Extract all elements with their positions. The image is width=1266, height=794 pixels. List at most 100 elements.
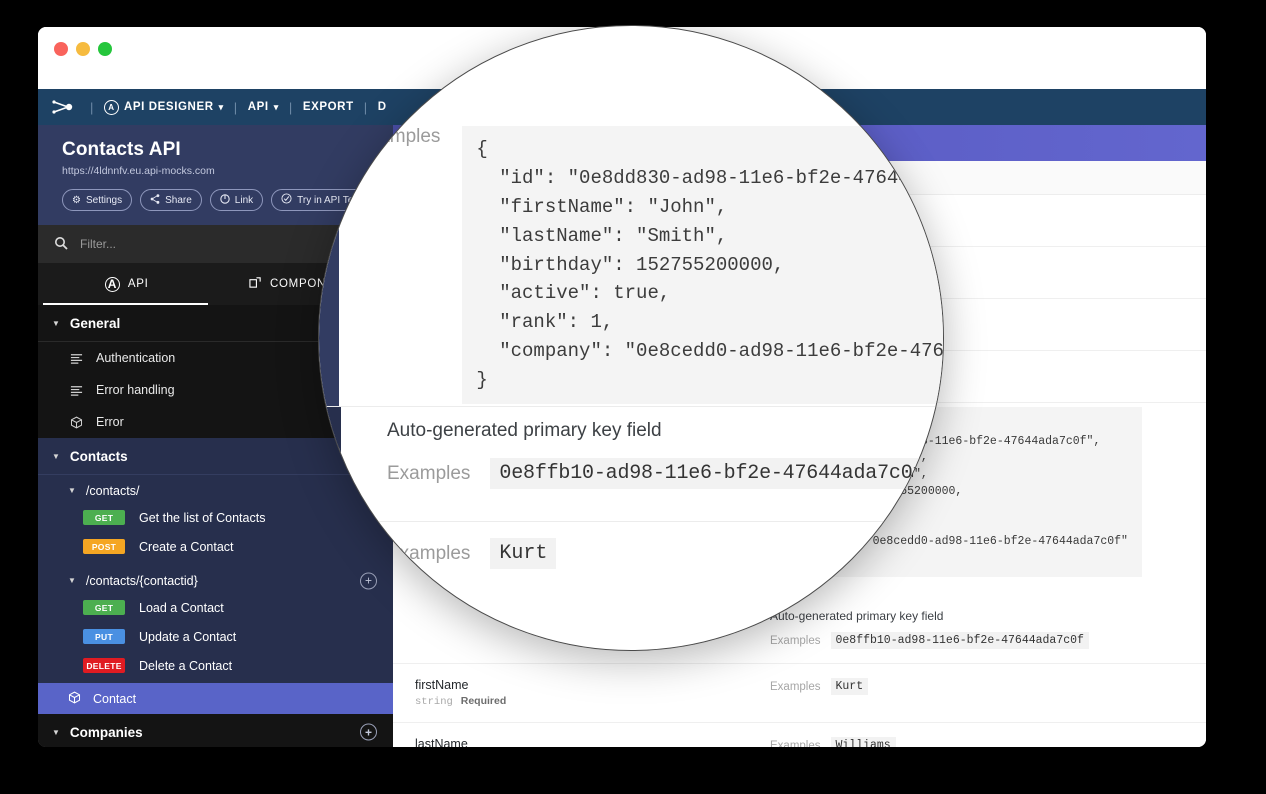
field-name: lastName <box>415 737 770 747</box>
field-meta: string Required <box>415 695 770 708</box>
magnified-firstname-example: Kurt <box>490 538 556 569</box>
settings-button[interactable]: ⚙ Settings <box>62 189 132 211</box>
sidebar-item-contact-model-label: Contact <box>93 692 136 706</box>
nav-item-d-label: D <box>378 101 387 113</box>
field-info: lastName string Required <box>415 737 770 747</box>
field-type: string <box>415 696 453 708</box>
minimize-window-button[interactable] <box>76 42 90 56</box>
triangle-down-icon: ▼ <box>68 576 76 585</box>
sidebar-operation-delete-contact[interactable]: DELETE Delete a Contact <box>38 654 393 677</box>
triangle-down-icon: ▼ <box>52 319 60 328</box>
search-icon <box>54 236 68 253</box>
field-requirement: Required <box>461 695 507 707</box>
sidebar-path-contact-by-id-label: /contacts/{contactid} <box>86 574 198 588</box>
id-field-example: 0e8ffb10-ad98-11e6-bf2e-47644ada7c0f <box>831 632 1089 649</box>
magnified-json-example-row: Examples { "id": "0e8dd830-ad98-11e6-bf2… <box>357 126 944 404</box>
magnified-examples-label: Examples <box>387 463 470 485</box>
triangle-down-icon: ▼ <box>52 728 60 737</box>
nav-item-api-label: API <box>248 101 269 113</box>
document-lines-icon <box>70 384 84 397</box>
project-url: https://4ldnnfv.eu.api-mocks.com <box>62 165 393 177</box>
sidebar-path-contacts-label: /contacts/ <box>86 484 140 498</box>
sidebar-item-error-handling-label: Error handling <box>96 383 175 397</box>
share-button-label: Share <box>165 195 192 206</box>
http-verb-badge: GET <box>83 510 125 525</box>
id-field-right: Auto-generated primary key field Example… <box>770 609 1184 649</box>
project-header: Contacts API https://4ldnnfv.eu.api-mock… <box>38 125 393 225</box>
add-operation-button[interactable]: + <box>360 572 377 589</box>
triangle-down-icon: ▼ <box>68 486 76 495</box>
sidebar-operation-label: Update a Contact <box>139 630 236 644</box>
magnified-heading: Auto-generated primary key field <box>387 420 662 442</box>
gear-icon: ⚙ <box>72 195 81 206</box>
github-icon <box>220 194 230 207</box>
sidebar-operation-label: Get the list of Contacts <box>139 511 265 525</box>
components-icon <box>249 276 262 292</box>
nav-separator-2: | <box>234 100 238 115</box>
field-detail: Examples Kurt <box>770 678 1184 708</box>
id-field-description: Auto-generated primary key field <box>770 609 1184 623</box>
http-verb-badge: PUT <box>83 629 125 644</box>
tab-api[interactable]: A API <box>38 263 216 305</box>
sidebar-group-companies[interactable]: ▼ Companies + <box>38 714 393 747</box>
http-verb-badge: GET <box>83 600 125 615</box>
link-button-label: Link <box>235 195 253 206</box>
screenshot-stage: | A API DESIGNER ▾ | API ▾ | EXPORT | D <box>0 0 1266 794</box>
project-actions: ⚙ Settings <box>62 189 393 211</box>
table-row[interactable]: firstName string Required Examples Kurt <box>393 664 1206 723</box>
triangle-down-icon: ▼ <box>52 452 60 461</box>
sidebar-group-general-label: General <box>70 316 120 331</box>
magnified-separator-2 <box>319 521 944 522</box>
magnified-separator-1 <box>319 406 944 407</box>
examples-label: Examples <box>770 681 821 693</box>
magnified-examples-label: Examples <box>387 543 470 565</box>
sidebar-group-companies-label: Companies <box>70 725 143 740</box>
chevron-down-icon: ▾ <box>274 102 279 113</box>
share-button[interactable]: Share <box>140 189 202 211</box>
magnifier-lens: Examples { "id": "0e8dd830-ad98-11e6-bf2… <box>318 25 944 651</box>
close-window-button[interactable] <box>54 42 68 56</box>
http-verb-badge: DELETE <box>83 658 125 673</box>
sidebar-group-contacts-label: Contacts <box>70 449 128 464</box>
examples-label: Examples <box>770 635 821 647</box>
magnified-lastname-example-row: Williams <box>387 622 501 651</box>
field-info: firstName string Required <box>415 678 770 708</box>
share-icon <box>150 194 160 207</box>
settings-button-label: Settings <box>86 195 122 206</box>
nav-item-api-designer-label: API DESIGNER <box>124 101 214 113</box>
nav-separator-1: | <box>90 100 94 115</box>
examples-label: Examples <box>770 740 821 747</box>
magnified-lastname-example: Williams <box>387 622 501 651</box>
field-name: firstName <box>415 678 770 692</box>
maximize-window-button[interactable] <box>98 42 112 56</box>
magnified-firstname-example-row: Examples Kurt <box>387 538 556 569</box>
table-row[interactable]: lastName string Required Examples Willia… <box>393 723 1206 747</box>
nav-item-api[interactable]: API ▾ <box>248 101 279 113</box>
link-button[interactable]: Link <box>210 189 263 211</box>
sidebar-item-contact-model[interactable]: Contact <box>38 683 393 714</box>
magnified-id-example-row: Examples 0e8ffb10-ad98-11e6-bf2e-47644ad… <box>387 458 933 489</box>
magnified-id-example: 0e8ffb10-ad98-11e6-bf2e-47644ada7c0f <box>490 458 933 489</box>
nav-item-d[interactable]: D <box>378 101 387 113</box>
sketch-logo-icon[interactable] <box>50 97 80 117</box>
traffic-lights <box>54 42 112 56</box>
nav-separator-3: | <box>289 100 293 115</box>
chevron-down-icon: ▾ <box>219 102 224 113</box>
magnified-sidebar-edge-lower <box>319 406 341 651</box>
sidebar-operation-label: Load a Contact <box>139 601 224 615</box>
nav-item-api-designer[interactable]: A API DESIGNER ▾ <box>104 100 224 115</box>
http-verb-badge: POST <box>83 539 125 554</box>
search-input[interactable] <box>80 237 280 251</box>
sidebar-operation-label: Delete a Contact <box>139 659 232 673</box>
nav-separator-4: | <box>364 100 368 115</box>
magnified-json-example-code: { "id": "0e8dd830-ad98-11e6-bf2e-47644ad… <box>462 126 944 404</box>
cube-icon <box>68 691 81 707</box>
field-example: Kurt <box>831 678 869 695</box>
circle-a-icon: A <box>104 100 119 115</box>
field-example: Williams <box>831 737 896 747</box>
circle-a-icon: A <box>105 277 120 292</box>
sidebar-item-authentication-label: Authentication <box>96 351 175 365</box>
magnified-examples-label: Examples <box>357 126 440 148</box>
check-circle-icon <box>281 193 292 207</box>
add-path-button[interactable]: + <box>360 724 377 741</box>
